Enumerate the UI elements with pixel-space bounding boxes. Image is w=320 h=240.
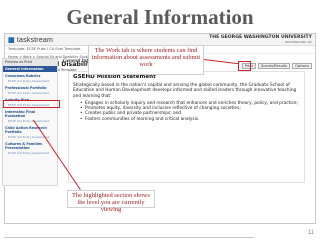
taskstream-logo[interactable]: ▦ taskstream: [8, 36, 53, 44]
sidebar: Preview as Print General Information Cla…: [2, 58, 58, 186]
mission-panel: GSEHD Mission Statement Strategically ba…: [68, 71, 305, 183]
university-brand: THE GEORGE WASHINGTON UNIVERSITY WASHING…: [209, 35, 312, 45]
sidebar-item-professional-portfolio[interactable]: Professional Portfolio: [3, 84, 57, 91]
slide-title: General Information: [66, 5, 254, 29]
mission-text: Strategically based in the nation's capi…: [73, 83, 297, 99]
logo-text: taskstream: [16, 36, 54, 44]
university-location: WASHINGTON, DC: [284, 39, 312, 44]
list-item: Fosters communities of learning and crit…: [80, 117, 300, 123]
sidebar-item-child-action-research[interactable]: Child Action Research Portfolio: [3, 124, 57, 135]
highlight-box-sidebar: [3, 100, 60, 108]
footer-divider: [4, 237, 254, 238]
page-number: 11: [307, 230, 314, 236]
sidebar-item-classroom-rubrics[interactable]: Classroom Rubrics: [3, 72, 57, 79]
logo-icon: ▦: [8, 36, 15, 44]
callout-highlight: The highlighted section shows the level …: [67, 190, 155, 213]
preview-print-link[interactable]: Preview as Print: [3, 59, 57, 66]
mission-bullets: Engages in scholarly inquiry and researc…: [80, 101, 300, 123]
sidebar-item-internship-final-evaluation[interactable]: Internship Final Evaluation: [3, 108, 57, 119]
sidebar-subitem[interactable]: ECSE (CA Eval) Assessment: [3, 151, 57, 156]
callout-work-tab: The Work tab is where students can find …: [88, 45, 204, 75]
slide: General Information ▦ taskstream THE GEOR…: [0, 0, 320, 240]
main-content: General Information GSEHD Mission Statem…: [61, 58, 309, 186]
highlight-box-work-tab: [238, 61, 251, 71]
university-name: THE GEORGE WASHINGTON UNIVERSITY: [209, 34, 312, 40]
